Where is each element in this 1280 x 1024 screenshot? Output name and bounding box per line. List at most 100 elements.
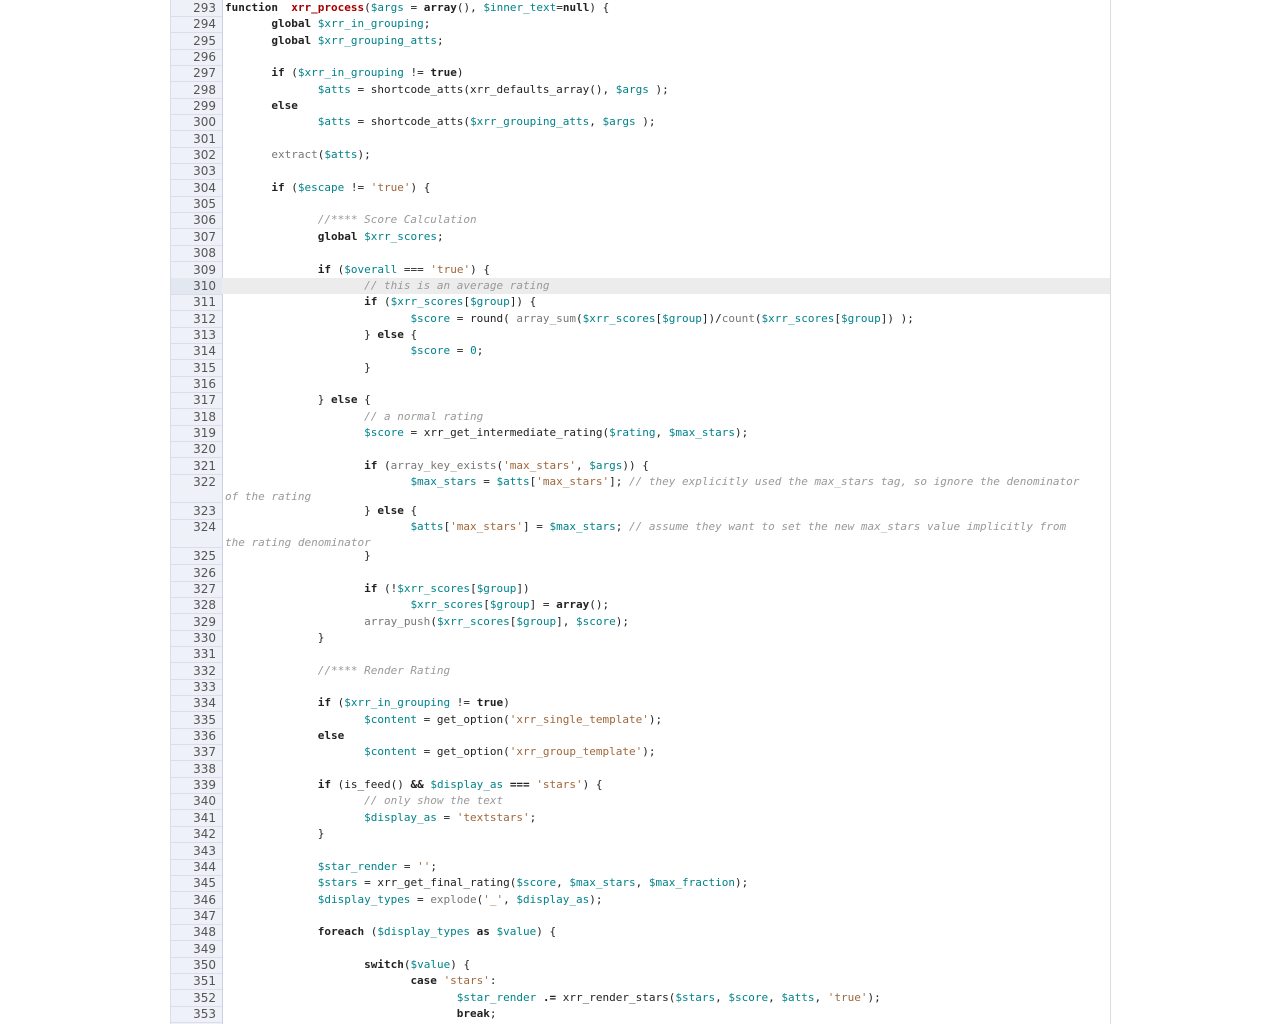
code-token: ])/ — [701, 311, 722, 325]
code-text: } — [225, 826, 325, 842]
code-token: [ — [470, 582, 477, 595]
line-number[interactable]: 295 — [171, 33, 222, 50]
line-number[interactable]: 293 — [171, 0, 222, 17]
line-number[interactable]: 308 — [171, 245, 222, 263]
line-number[interactable]: 300 — [171, 114, 222, 132]
line-number[interactable]: 333 — [171, 679, 222, 697]
code-line: 326 — [171, 565, 1110, 582]
line-number[interactable]: 330 — [171, 630, 222, 648]
line-number[interactable]: 307 — [171, 229, 222, 246]
code-text: // a normal rating — [225, 409, 483, 425]
line-number[interactable]: 325 — [171, 548, 222, 566]
code-line: 350 switch($value) { — [171, 957, 1110, 974]
line-number[interactable]: 304 — [171, 180, 222, 197]
code-token: ]) ); — [880, 311, 914, 325]
code-token: ); — [735, 876, 749, 890]
line-number[interactable]: 345 — [171, 875, 222, 893]
line-number[interactable]: 316 — [171, 376, 222, 393]
line-number[interactable]: 324 — [171, 519, 222, 549]
line-number[interactable]: 306 — [171, 212, 222, 230]
line-number[interactable]: 323 — [171, 503, 222, 520]
line-number[interactable]: 319 — [171, 425, 222, 442]
line-number[interactable]: 353 — [171, 1006, 222, 1023]
line-number[interactable]: 314 — [171, 343, 222, 361]
line-number[interactable]: 310 — [171, 277, 222, 295]
code-token: = xrr_get_final_rating( — [357, 876, 517, 890]
code-text: if ($xrr_in_grouping != true) — [225, 695, 510, 711]
line-number[interactable]: 322 — [171, 474, 222, 503]
code-token: 'textstars' — [456, 810, 530, 824]
code-token: = — [436, 810, 457, 824]
code-line: 323 } else { — [171, 503, 1110, 520]
line-number[interactable]: 318 — [171, 409, 222, 426]
line-number[interactable]: 339 — [171, 777, 222, 795]
line-number[interactable]: 334 — [171, 695, 222, 713]
line-number[interactable]: 331 — [171, 646, 222, 664]
line-number[interactable]: 327 — [171, 581, 222, 598]
line-number[interactable]: 317 — [171, 392, 222, 410]
code-token: xrr_render_stars( — [556, 990, 676, 1004]
line-number[interactable]: 337 — [171, 744, 222, 762]
line-number[interactable]: 335 — [171, 712, 222, 729]
line-number[interactable]: 297 — [171, 65, 222, 83]
line-number[interactable]: 298 — [171, 82, 222, 99]
code-text: if ($xrr_in_grouping != true) — [225, 65, 463, 81]
line-number[interactable]: 301 — [171, 131, 222, 148]
line-number[interactable]: 326 — [171, 565, 222, 582]
code-token: ( — [754, 311, 762, 325]
code-line: 317 } else { — [171, 392, 1110, 410]
code-line: 303 — [171, 163, 1110, 181]
line-number[interactable]: 320 — [171, 441, 222, 459]
line-number[interactable]: 347 — [171, 908, 222, 925]
line-number[interactable]: 328 — [171, 597, 222, 615]
code-token: ]) — [516, 582, 530, 595]
line-number[interactable]: 302 — [171, 147, 222, 165]
line-number[interactable]: 321 — [171, 458, 222, 475]
line-number[interactable]: 352 — [171, 990, 222, 1007]
code-token: } — [225, 631, 325, 645]
line-number[interactable]: 349 — [171, 941, 222, 958]
line-number[interactable]: 313 — [171, 327, 222, 344]
code-line: 325 } — [171, 548, 1110, 566]
code-token: ); — [357, 148, 371, 162]
line-number[interactable]: 338 — [171, 761, 222, 778]
line-number[interactable]: 305 — [171, 196, 222, 214]
line-number[interactable]: 343 — [171, 843, 222, 860]
line-number[interactable]: 346 — [171, 892, 222, 909]
code-line: 298 $atts = shortcode_atts(xrr_defaults_… — [171, 82, 1110, 99]
line-number[interactable]: 312 — [171, 311, 222, 328]
line-number[interactable]: 344 — [171, 859, 222, 876]
line-number[interactable]: 341 — [171, 810, 222, 827]
line-number[interactable]: 342 — [171, 826, 222, 844]
line-number[interactable]: 336 — [171, 728, 222, 746]
line-number[interactable]: 340 — [171, 793, 222, 811]
code-token: // only show the text — [364, 794, 504, 808]
line-number[interactable]: 332 — [171, 663, 222, 680]
code-token: ( — [284, 180, 298, 194]
code-line: 313 } else { — [171, 327, 1110, 344]
code-token: ) { — [582, 778, 603, 792]
line-number[interactable]: 309 — [171, 262, 222, 279]
code-token: $atts — [317, 115, 351, 129]
code-text: // only show the text — [225, 793, 503, 809]
line-number[interactable]: 303 — [171, 163, 222, 181]
code-token: $xrr_scores — [582, 311, 656, 325]
line-number[interactable]: 296 — [171, 49, 222, 67]
line-number[interactable]: 329 — [171, 614, 222, 631]
code-token: ; — [423, 17, 431, 31]
line-number[interactable]: 350 — [171, 957, 222, 974]
code-token: 'xrr_group_template' — [509, 745, 643, 759]
line-number[interactable]: 311 — [171, 294, 222, 312]
code-token: $score — [728, 990, 769, 1004]
line-number[interactable]: 299 — [171, 98, 222, 116]
code-token: $group — [662, 311, 702, 325]
line-number[interactable]: 294 — [171, 16, 222, 34]
line-number[interactable]: 315 — [171, 360, 222, 377]
line-number[interactable]: 348 — [171, 924, 222, 942]
code-text: $display_types = explode('_', $display_a… — [225, 892, 603, 908]
line-number[interactable]: 351 — [171, 973, 222, 991]
code-token: $star_render — [456, 990, 537, 1004]
